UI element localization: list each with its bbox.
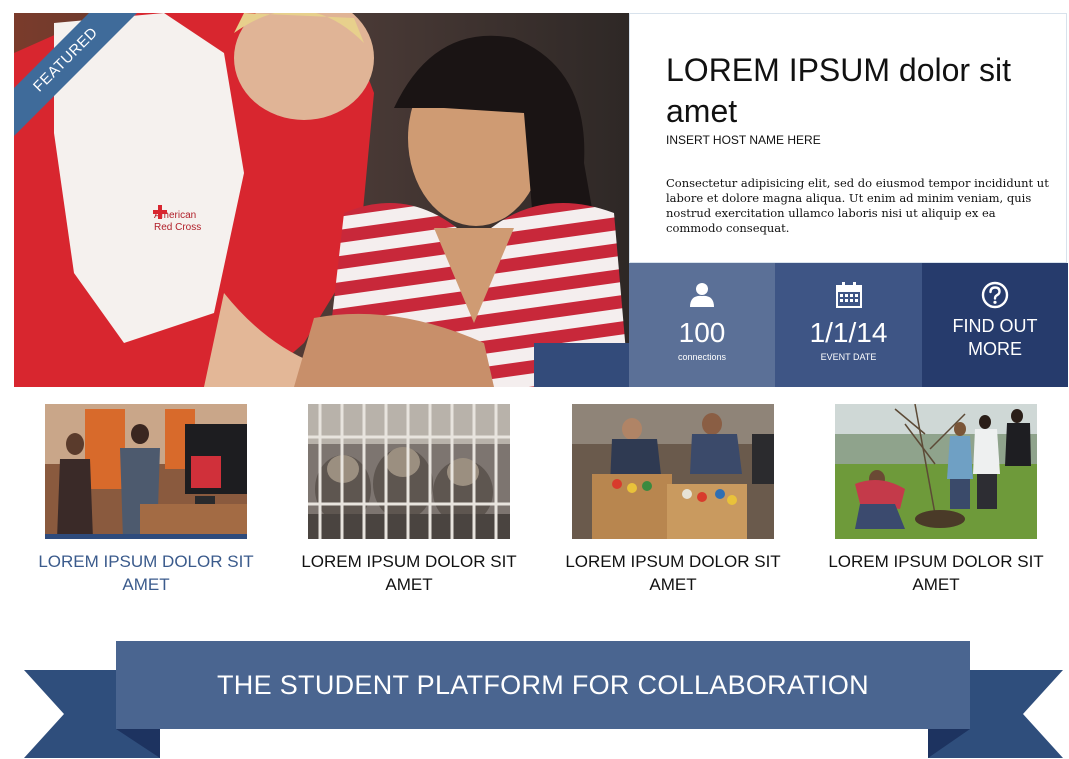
card-caption[interactable]: LOREM IPSUM DOLOR SIT AMET [553, 550, 793, 596]
card-1[interactable]: LOREM IPSUM DOLOR SIT AMET [38, 404, 254, 596]
card-caption[interactable]: LOREM IPSUM DOLOR SIT AMET [289, 550, 529, 596]
card-3[interactable]: LOREM IPSUM DOLOR SIT AMET [565, 404, 781, 596]
event-date-value: 1/1/14 [809, 317, 888, 348]
event-info-panel: LOREM IPSUM dolor sit amet INSERT HOST N… [629, 13, 1067, 263]
event-date-label: EVENT DATE [820, 352, 877, 362]
card-4[interactable]: LOREM IPSUM DOLOR SIT AMET [828, 404, 1044, 596]
food-drive-photo[interactable] [572, 404, 774, 539]
person-icon [629, 281, 775, 309]
featured-label: FEATURED [14, 13, 139, 138]
event-title[interactable]: LOREM IPSUM dolor sit amet [666, 50, 1026, 132]
event-date-tile[interactable]: 1/1/14 EVENT DATE [775, 263, 922, 387]
find-out-more-label: FIND OUT MORE [952, 316, 1038, 359]
tree-planting-photo[interactable] [835, 404, 1037, 539]
question-icon [922, 281, 1068, 309]
event-description: Consectetur adipisicing elit, sed do eiu… [666, 176, 1049, 235]
calendar-icon [775, 281, 922, 309]
connections-count: 100 [678, 317, 726, 348]
card-2[interactable]: LOREM IPSUM DOLOR SIT AMET [301, 404, 517, 596]
find-out-more-button[interactable]: FIND OUT MORE [922, 263, 1068, 387]
kittens-photo[interactable] [308, 404, 510, 539]
connections-label: connections [677, 352, 727, 362]
tagline-banner: THE STUDENT PLATFORM FOR COLLABORATION [0, 640, 1069, 759]
card-caption[interactable]: LOREM IPSUM DOLOR SIT AMET [26, 550, 266, 596]
event-host: INSERT HOST NAME HERE [666, 133, 821, 147]
connections-tile[interactable]: 100 connections [629, 263, 775, 387]
card-caption[interactable]: LOREM IPSUM DOLOR SIT AMET [816, 550, 1056, 596]
svg-text:Red Cross: Red Cross [154, 222, 201, 233]
office-photo[interactable] [45, 404, 247, 539]
banner-tagline: THE STUDENT PLATFORM FOR COLLABORATION [217, 670, 869, 700]
featured-ribbon: FEATURED [14, 13, 139, 138]
featured-hero-image[interactable]: American Red Cross FEATURED [14, 13, 629, 387]
